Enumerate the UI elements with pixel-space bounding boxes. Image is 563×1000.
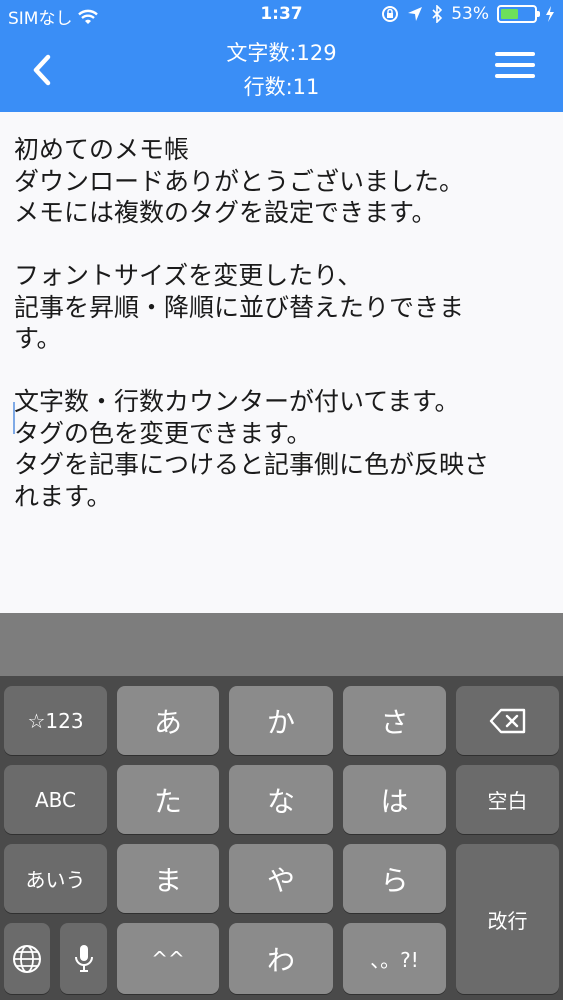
key-wa[interactable]: わ [229,923,333,994]
key-sa[interactable]: さ [343,686,446,755]
hamburger-icon [495,52,535,78]
key-a[interactable]: あ [117,686,219,755]
rotation-lock-icon [382,6,399,22]
text-caret [13,402,15,434]
key-na[interactable]: な [229,765,333,834]
status-right: 53% [381,4,555,24]
key-ka[interactable]: か [229,686,333,755]
key-ha[interactable]: は [343,765,446,834]
globe-button[interactable] [4,923,50,994]
key-emoticon[interactable]: ^^ [117,923,219,994]
location-icon [408,7,423,21]
key-ya[interactable]: や [229,844,333,913]
key-ra[interactable]: ら [343,844,446,913]
key-ma[interactable]: ま [117,844,219,913]
bluetooth-icon [432,5,443,23]
delete-button[interactable] [456,686,559,755]
charging-icon [546,6,554,22]
space-button[interactable]: 空白 [456,765,559,834]
char-count: 文字数:129 [226,41,337,65]
battery-fill [501,9,518,19]
return-button[interactable]: 改行 [456,844,559,994]
battery-percent: 53% [451,4,489,24]
microphone-icon [74,944,93,972]
keyboard: ☆123 あ か さ ABC た な は 空白 あいう ま や ら 改行 ^^ … [0,676,563,1000]
backspace-icon [489,708,525,733]
candidate-bar [0,613,563,676]
line-count: 行数:11 [243,75,320,99]
counter-display: 文字数:129 行数:11 [0,36,563,104]
memo-text[interactable]: 初めてのメモ帳 ダウンロードありがとうございました。 メモには複数のタグを設定で… [14,134,549,512]
mic-button[interactable] [60,923,107,994]
battery-icon [497,5,540,23]
menu-button[interactable] [495,52,535,88]
memo-editor[interactable]: 初めてのメモ帳 ダウンロードありがとうございました。 メモには複数のタグを設定で… [0,112,563,613]
key-punctuation[interactable]: 、。?! [343,923,446,994]
key-abc[interactable]: ABC [4,765,107,834]
nav-bar: 文字数:129 行数:11 [0,28,563,112]
status-bar: SIMなし 1:37 53% [0,0,563,29]
key-numbers[interactable]: ☆123 [4,686,107,755]
globe-icon [13,944,41,973]
key-hiragana[interactable]: あいう [4,844,107,913]
key-ta[interactable]: た [117,765,219,834]
